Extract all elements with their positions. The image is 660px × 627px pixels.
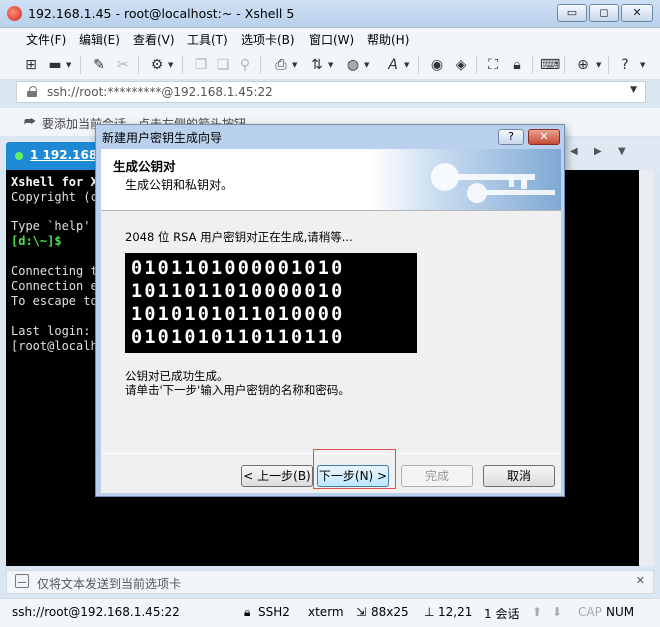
transfer-icon[interactable]: ⇅ [308, 56, 326, 74]
lock-icon[interactable]: 🔒︎ [508, 56, 526, 74]
lock-icon [27, 86, 37, 97]
instruction-line: 请单击'下一步'输入用户密钥的名称和密码。 [125, 383, 350, 397]
finish-button[interactable]: 完成 [401, 465, 473, 487]
bits-row: 0101010110110110 [131, 327, 345, 348]
menu-view[interactable]: 查看(V) [133, 31, 175, 48]
status-sessions: 1 会话 [484, 607, 520, 621]
menu-window[interactable]: 窗口(W) [309, 31, 354, 48]
dialog-body: 生成公钥对 生成公钥和私钥对。 2048 位 RSA 用户密钥对正在生成,请稍等… [101, 149, 561, 493]
new-session-icon[interactable]: ⊞ [22, 56, 40, 74]
font-icon[interactable]: A [384, 56, 402, 74]
generation-status: 2048 位 RSA 用户密钥对正在生成,请稍等... [125, 230, 353, 244]
menu-bar: 文件(F) 编辑(E) 查看(V) 工具(T) 选项卡(B) 窗口(W) 帮助(… [0, 28, 660, 50]
fullscreen-icon[interactable]: ⛶ [484, 56, 502, 74]
print-icon[interactable]: ⎙ [272, 56, 290, 74]
main-toolbar: ⊞ ▬ ▼ ✎ ✂ ⚙ ▼ ❐ ❏ ⚲ ⎙ ▼ ⇅ ▼ ◍ ▼ A ▼ ◉ ◈ … [0, 50, 660, 80]
menu-tools[interactable]: 工具(T) [187, 31, 228, 48]
pen-icon[interactable]: ✎ [90, 56, 108, 74]
completion-line: 公钥对已成功生成。 [125, 369, 229, 383]
compose-bar[interactable]: 仅将文本发送到当前选项卡 ✕ [6, 570, 654, 594]
wizard-banner: 生成公钥对 生成公钥和私钥对。 [101, 149, 561, 211]
paste-icon[interactable]: ❏ [214, 56, 232, 74]
arrow-down-icon[interactable]: ⬇ [552, 605, 562, 619]
add-icon[interactable]: ⊕ [574, 56, 592, 74]
window-title: 192.168.1.45 - root@localhost:~ - Xshell… [28, 6, 295, 21]
terminal-line: [root@localh [11, 339, 98, 353]
lock-icon: 🔒︎ [244, 605, 251, 619]
terminal-line: Xshell for X [11, 175, 98, 189]
xmanager-icon[interactable]: ◈ [452, 56, 470, 74]
maximize-button[interactable]: ◻ [589, 4, 619, 22]
xftp-icon[interactable]: ◉ [428, 56, 446, 74]
terminal-prompt: [d:\~]$ [11, 234, 62, 248]
compose-icon[interactable] [15, 574, 29, 588]
status-cursor: 12,21 [438, 605, 473, 619]
key-wizard-dialog: 新建用户密钥生成向导 ? ✕ 生成公钥对 生成公钥和私钥对。 2048 位 RS… [95, 124, 565, 497]
compose-placeholder: 仅将文本发送到当前选项卡 [37, 577, 182, 591]
status-protocol: SSH2 [258, 605, 290, 619]
tab-next-icon[interactable]: ▶ [594, 146, 602, 157]
tab-prev-icon[interactable]: ◀ [570, 146, 578, 157]
tab-session-1[interactable]: 1 192.168.1 [6, 142, 110, 170]
status-num: NUM [606, 605, 635, 619]
cursor-icon: ⊥ [424, 605, 435, 619]
wizard-heading: 生成公钥对 [113, 159, 176, 174]
terminal-line: Connection e [11, 279, 98, 293]
terminal-line: Last login: [11, 324, 91, 338]
bits-row: 1011011010000010 [131, 281, 345, 302]
copy-icon[interactable]: ❐ [192, 56, 210, 74]
dialog-close-button[interactable]: ✕ [528, 129, 560, 145]
dialog-divider [101, 453, 561, 454]
back-button[interactable]: < 上一步(B) [241, 465, 313, 487]
properties-icon[interactable]: ⚙ [148, 56, 166, 74]
window-titlebar: 192.168.1.45 - root@localhost:~ - Xshell… [0, 0, 660, 28]
wizard-subheading: 生成公钥和私钥对。 [125, 178, 234, 192]
terminal-line: Copyright (c [11, 190, 98, 204]
close-icon[interactable]: ✕ [636, 574, 645, 587]
terminal-line: Type `help' [11, 219, 91, 233]
terminal-line: To escape to [11, 294, 98, 308]
keys-banner-icon [371, 149, 561, 210]
globe-icon[interactable]: ◍ [344, 56, 362, 74]
terminal-line: Connecting t [11, 264, 98, 278]
disconnect-icon[interactable]: ✂ [114, 56, 132, 74]
arrow-icon[interactable]: ⮫ [24, 115, 36, 130]
bits-row: 1010101011010000 [131, 304, 345, 325]
menu-help[interactable]: 帮助(H) [367, 31, 409, 48]
close-window-button[interactable]: ✕ [621, 4, 653, 22]
open-folder-icon[interactable]: ▬ [46, 56, 64, 74]
menu-tabs[interactable]: 选项卡(B) [241, 31, 295, 48]
arrow-up-icon[interactable]: ⬆ [532, 605, 542, 619]
menu-edit[interactable]: 编辑(E) [79, 31, 120, 48]
next-button[interactable]: 下一步(N) > [317, 465, 389, 487]
address-text: ssh://root:*********@192.168.1.45:22 [47, 85, 273, 99]
dialog-help-button[interactable]: ? [498, 129, 524, 145]
chevron-down-icon[interactable]: ▼ [630, 85, 637, 95]
resize-icon: ⇲ [356, 605, 367, 619]
address-bar[interactable]: ssh://root:*********@192.168.1.45:22 ▼ [16, 81, 646, 103]
status-bar: ssh://root@192.168.1.45:22 🔒︎ SSH2 xterm… [0, 598, 660, 627]
completion-message: 公钥对已成功生成。 请单击'下一步'输入用户密钥的名称和密码。 [125, 369, 350, 397]
random-bits-display: 0101101000001010 1011011010000010 101010… [125, 253, 417, 353]
help-icon[interactable]: ? [616, 56, 634, 74]
status-size: 88x25 [371, 605, 409, 619]
search-icon[interactable]: ⚲ [236, 56, 254, 74]
status-term: xterm [308, 605, 344, 619]
minimize-button[interactable]: ▭ [557, 4, 587, 22]
connected-dot-icon [15, 152, 23, 160]
tab-list-icon[interactable]: ▼ [618, 146, 626, 157]
status-caps: CAP [578, 605, 602, 619]
xshell-app-icon [7, 6, 22, 21]
menu-file[interactable]: 文件(F) [26, 31, 66, 48]
status-connection: ssh://root@192.168.1.45:22 [12, 605, 180, 619]
keyboard-icon[interactable]: ⌨ [540, 56, 560, 74]
bits-row: 0101101000001010 [131, 258, 345, 279]
cancel-button[interactable]: 取消 [483, 465, 555, 487]
dialog-title: 新建用户密钥生成向导 [102, 131, 223, 145]
terminal-scrollbar[interactable] [639, 170, 654, 566]
